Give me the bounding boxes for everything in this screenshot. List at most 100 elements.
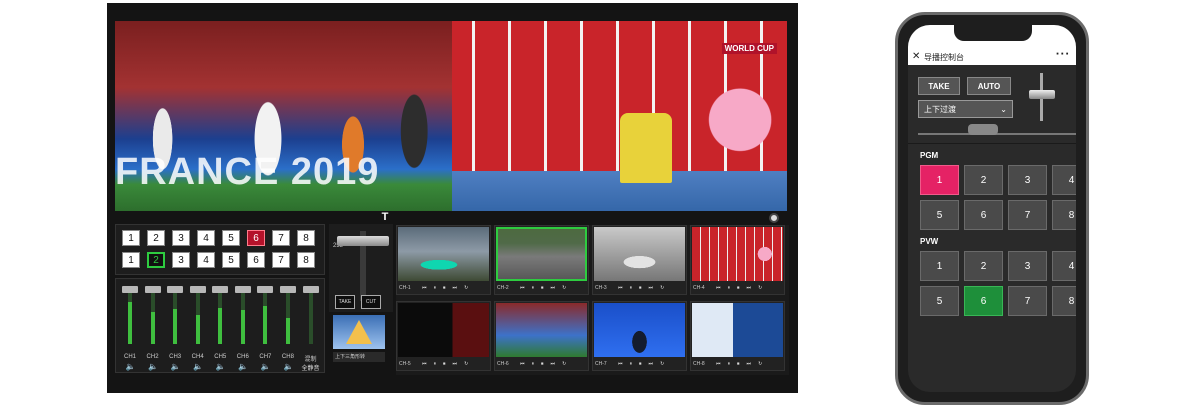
channel-thumbnail[interactable] <box>398 227 489 281</box>
next-icon[interactable]: ⏭ <box>649 361 654 367</box>
fader-knob[interactable] <box>279 286 296 293</box>
pgm-button[interactable]: 2 <box>964 165 1003 195</box>
preview-source-button[interactable]: 5 <box>222 252 240 268</box>
phone-take-button[interactable]: TAKE <box>918 77 960 95</box>
pvw-button[interactable]: 2 <box>964 251 1003 281</box>
loop-icon[interactable]: ↻ <box>464 285 468 291</box>
next-icon[interactable]: ⏭ <box>747 285 752 291</box>
channel-thumbnail[interactable] <box>692 227 783 281</box>
loop-icon[interactable]: ↻ <box>758 285 762 291</box>
channel-cell[interactable]: CH-1 ⏮ ⏸ ⏹ ⏭ ↻ <box>396 225 491 295</box>
pvw-button[interactable]: 7 <box>1008 286 1047 316</box>
channel-cell[interactable]: CH-3 ⏮ ⏸ ⏹ ⏭ ↻ <box>592 225 687 295</box>
speaker-icon[interactable]: 🔈 <box>125 363 136 371</box>
stop-icon[interactable]: ⏹ <box>737 285 740 291</box>
tbar-handle[interactable] <box>337 236 389 246</box>
stop-icon[interactable]: ⏹ <box>443 361 446 367</box>
fader-knob[interactable] <box>234 286 251 293</box>
pause-icon[interactable]: ⏸ <box>434 361 437 367</box>
prev-icon[interactable]: ⏮ <box>520 361 525 367</box>
program-source-button[interactable]: 6 <box>247 230 265 246</box>
fader-knob[interactable] <box>212 286 229 293</box>
program-source-button[interactable]: 8 <box>297 230 315 246</box>
stop-icon[interactable]: ⏹ <box>541 361 544 367</box>
fader-knob[interactable] <box>302 286 319 293</box>
prev-icon[interactable]: ⏮ <box>422 285 427 291</box>
pgm-button[interactable]: 6 <box>964 200 1003 230</box>
take-button[interactable]: TAKE <box>335 295 355 309</box>
speaker-icon[interactable]: 🔈 <box>215 363 226 371</box>
program-source-button[interactable]: 2 <box>147 230 165 246</box>
pause-icon[interactable]: ⏸ <box>532 285 535 291</box>
pvw-button[interactable]: 1 <box>920 251 959 281</box>
preview-source-button[interactable]: 1 <box>122 252 140 268</box>
channel-thumbnail[interactable] <box>398 303 489 357</box>
loop-icon[interactable]: ↻ <box>562 285 566 291</box>
close-icon[interactable]: ✕ <box>912 51 920 62</box>
phone-auto-button[interactable]: AUTO <box>967 77 1011 95</box>
speaker-icon[interactable]: 🔈 <box>238 363 249 371</box>
program-source-button[interactable]: 3 <box>172 230 190 246</box>
cut-button[interactable]: CUT <box>361 295 381 309</box>
transition-select[interactable]: 上下过渡 ⌄ <box>918 100 1013 118</box>
fader-knob[interactable] <box>144 286 161 293</box>
loop-icon[interactable]: ↻ <box>660 285 664 291</box>
phone-tbar-handle[interactable] <box>1029 90 1055 99</box>
pgm-button[interactable]: 4 <box>1052 165 1076 195</box>
speaker-icon[interactable]: 🔈 <box>148 363 159 371</box>
next-icon[interactable]: ⏭ <box>551 361 556 367</box>
channel-thumbnail[interactable] <box>692 303 783 357</box>
channel-thumbnail[interactable] <box>594 303 685 357</box>
preview-source-button[interactable]: 7 <box>272 252 290 268</box>
preview-source-button[interactable]: 8 <box>297 252 315 268</box>
preview-source-button[interactable]: 2 <box>147 252 165 268</box>
preview-source-button[interactable]: 4 <box>197 252 215 268</box>
channel-thumbnail[interactable] <box>496 227 587 281</box>
next-icon[interactable]: ⏭ <box>551 285 556 291</box>
pause-icon[interactable]: ⏸ <box>630 285 633 291</box>
stop-icon[interactable]: ⏹ <box>443 285 446 291</box>
channel-cell[interactable]: CH-8 ⏮ ⏸ ⏹ ⏭ ↻ <box>690 301 785 371</box>
pause-icon[interactable]: ⏸ <box>630 361 633 367</box>
pgm-button[interactable]: 3 <box>1008 165 1047 195</box>
channel-thumbnail[interactable] <box>594 227 685 281</box>
program-source-button[interactable]: 4 <box>197 230 215 246</box>
stop-icon[interactable]: ⏹ <box>639 361 642 367</box>
speaker-icon[interactable]: 🔈 <box>283 363 294 371</box>
fader-knob[interactable] <box>167 286 184 293</box>
stop-icon[interactable]: ⏹ <box>541 285 544 291</box>
channel-cell[interactable]: CH-2 ⏮ ⏸ ⏹ ⏭ ↻ <box>494 225 589 295</box>
speaker-icon[interactable]: 🔈 <box>260 363 271 371</box>
pause-icon[interactable]: ⏸ <box>434 285 437 291</box>
stop-icon[interactable]: ⏹ <box>737 361 740 367</box>
loop-icon[interactable]: ↻ <box>562 361 566 367</box>
record-icon[interactable] <box>769 213 779 223</box>
pause-icon[interactable]: ⏸ <box>728 361 731 367</box>
pvw-button[interactable]: 3 <box>1008 251 1047 281</box>
channel-cell[interactable]: CH-4 ⏮ ⏸ ⏹ ⏭ ↻ <box>690 225 785 295</box>
channel-thumbnail[interactable] <box>496 303 587 357</box>
phone-tbar[interactable] <box>1029 73 1055 121</box>
text-overlay-icon[interactable]: T <box>379 211 391 223</box>
pvw-button[interactable]: 4 <box>1052 251 1076 281</box>
pause-icon[interactable]: ⏸ <box>728 285 731 291</box>
stop-icon[interactable]: ⏹ <box>639 285 642 291</box>
prev-icon[interactable]: ⏮ <box>618 285 623 291</box>
transition-slider-knob[interactable] <box>968 124 998 135</box>
fader-knob[interactable] <box>189 286 206 293</box>
next-icon[interactable]: ⏭ <box>453 361 458 367</box>
next-icon[interactable]: ⏭ <box>649 285 654 291</box>
transition-preview[interactable] <box>333 315 385 349</box>
next-icon[interactable]: ⏭ <box>453 285 458 291</box>
mute-all-label[interactable]: 全静音 <box>299 363 323 372</box>
program-source-button[interactable]: 1 <box>122 230 140 246</box>
fader-knob[interactable] <box>257 286 274 293</box>
program-source-button[interactable]: 7 <box>272 230 290 246</box>
preview-source-button[interactable]: 3 <box>172 252 190 268</box>
pgm-button[interactable]: 8 <box>1052 200 1076 230</box>
prev-icon[interactable]: ⏮ <box>716 361 721 367</box>
prev-icon[interactable]: ⏮ <box>618 361 623 367</box>
fader-knob[interactable] <box>122 286 138 293</box>
pgm-button[interactable]: 7 <box>1008 200 1047 230</box>
speaker-icon[interactable]: 🔈 <box>170 363 181 371</box>
